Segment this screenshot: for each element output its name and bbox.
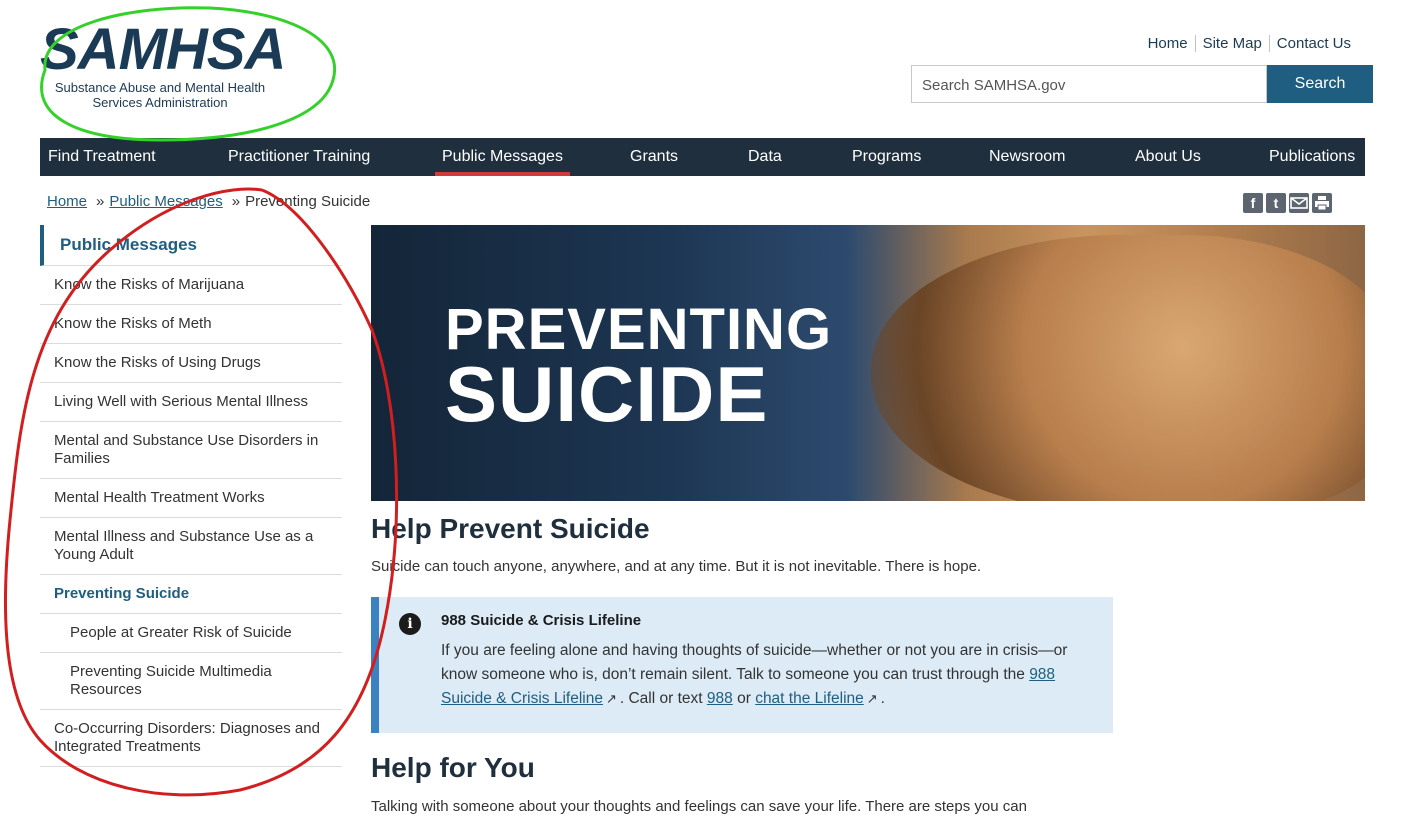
breadcrumb-current: Preventing Suicide — [245, 193, 371, 210]
util-link-contact-us[interactable]: Contact Us — [1268, 35, 1358, 52]
main-navigation: Find Treatment Practitioner Training Pub… — [40, 138, 1365, 176]
hero-banner: PREVENTING SUICIDE — [371, 225, 1365, 501]
email-icon[interactable] — [1289, 193, 1309, 213]
logo-subtitle: Substance Abuse and Mental Health Servic… — [40, 80, 280, 110]
logo-subtitle-line2: Services Administration — [92, 95, 228, 110]
nav-item-find-treatment[interactable]: Find Treatment — [48, 138, 156, 176]
nav-item-newsroom[interactable]: Newsroom — [989, 138, 1065, 176]
nav-item-practitioner-training[interactable]: Practitioner Training — [228, 138, 370, 176]
sidebar-item-using-drugs[interactable]: Know the Risks of Using Drugs — [40, 344, 342, 383]
intro-paragraph: Suicide can touch anyone, anywhere, and … — [371, 558, 982, 575]
external-link-icon: ↗ — [866, 691, 878, 706]
samhsa-logo[interactable]: SAMHSA Substance Abuse and Mental Health… — [40, 17, 290, 111]
callout-text: or — [737, 690, 751, 707]
sidebar-subitem-greater-risk[interactable]: People at Greater Risk of Suicide — [40, 614, 342, 653]
sidebar-item-marijuana[interactable]: Know the Risks of Marijuana — [40, 266, 342, 305]
callout-text: If you are feeling alone and having thou… — [441, 642, 1068, 683]
breadcrumb-home[interactable]: Home — [47, 193, 87, 210]
sidebar-item-living-well[interactable]: Living Well with Serious Mental Illness — [40, 383, 342, 422]
sidebar-item-families[interactable]: Mental and Substance Use Disorders in Fa… — [40, 422, 342, 479]
sidebar-item-meth[interactable]: Know the Risks of Meth — [40, 305, 342, 344]
sidebar-subitem-multimedia[interactable]: Preventing Suicide Multimedia Resources — [40, 653, 342, 710]
info-icon: i — [399, 613, 421, 635]
sidebar-item-co-occurring[interactable]: Co-Occurring Disorders: Diagnoses and In… — [40, 710, 342, 767]
nav-item-data[interactable]: Data — [748, 138, 782, 176]
util-link-home[interactable]: Home — [1141, 35, 1195, 52]
sidebar-item-treatment-works[interactable]: Mental Health Treatment Works — [40, 479, 342, 518]
search-button[interactable]: Search — [1267, 65, 1373, 103]
utility-links: Home Site Map Contact Us — [1141, 35, 1358, 52]
nav-item-public-messages[interactable]: Public Messages — [435, 138, 570, 176]
twitter-icon[interactable]: t — [1266, 193, 1286, 213]
breadcrumb-separator: » — [231, 193, 241, 210]
nav-item-publications[interactable]: Publications — [1269, 138, 1355, 176]
callout-title: 988 Suicide & Crisis Lifeline — [441, 612, 642, 629]
nav-item-grants[interactable]: Grants — [630, 138, 678, 176]
hero-title: PREVENTING SUICIDE — [445, 297, 833, 438]
sidebar-item-preventing-suicide[interactable]: Preventing Suicide — [40, 575, 342, 614]
print-icon[interactable] — [1312, 193, 1332, 213]
util-link-site-map[interactable]: Site Map — [1194, 35, 1269, 52]
page-heading: Help Prevent Suicide — [371, 513, 650, 544]
sidebar-item-young-adult[interactable]: Mental Illness and Substance Use as a Yo… — [40, 518, 342, 575]
lifeline-callout: i 988 Suicide & Crisis Lifeline If you a… — [371, 597, 1113, 733]
988-link[interactable]: 988 — [707, 690, 733, 707]
section-heading-help-for-you: Help for You — [371, 752, 535, 783]
breadcrumb: Home» Public Messages» Preventing Suicide — [47, 193, 370, 210]
external-link-icon: ↗ — [605, 691, 617, 706]
search-input[interactable]: Search SAMHSA.gov — [911, 65, 1267, 103]
sidebar-title[interactable]: Public Messages — [40, 225, 342, 266]
share-icons: f t — [1243, 193, 1332, 213]
nav-item-about-us[interactable]: About Us — [1135, 138, 1201, 176]
help-for-you-paragraph: Talking with someone about your thoughts… — [371, 798, 1027, 815]
callout-text: . — [880, 690, 885, 707]
logo-subtitle-line1: Substance Abuse and Mental Health — [54, 80, 266, 95]
hero-title-line1: PREVENTING — [445, 297, 833, 362]
facebook-icon[interactable]: f — [1243, 193, 1263, 213]
nav-item-programs[interactable]: Programs — [852, 138, 921, 176]
breadcrumb-public-messages[interactable]: Public Messages — [109, 193, 222, 210]
chat-lifeline-link[interactable]: chat the Lifeline — [755, 690, 864, 707]
hero-title-line2: SUICIDE — [445, 350, 769, 438]
breadcrumb-separator: » — [96, 193, 105, 210]
callout-text: . Call or text — [619, 690, 703, 707]
logo-wordmark: SAMHSA — [40, 17, 286, 82]
sidebar-nav: Public Messages Know the Risks of Mariju… — [40, 225, 342, 767]
callout-body: If you are feeling alone and having thou… — [441, 639, 1101, 711]
hero-hands-image — [871, 235, 1365, 501]
